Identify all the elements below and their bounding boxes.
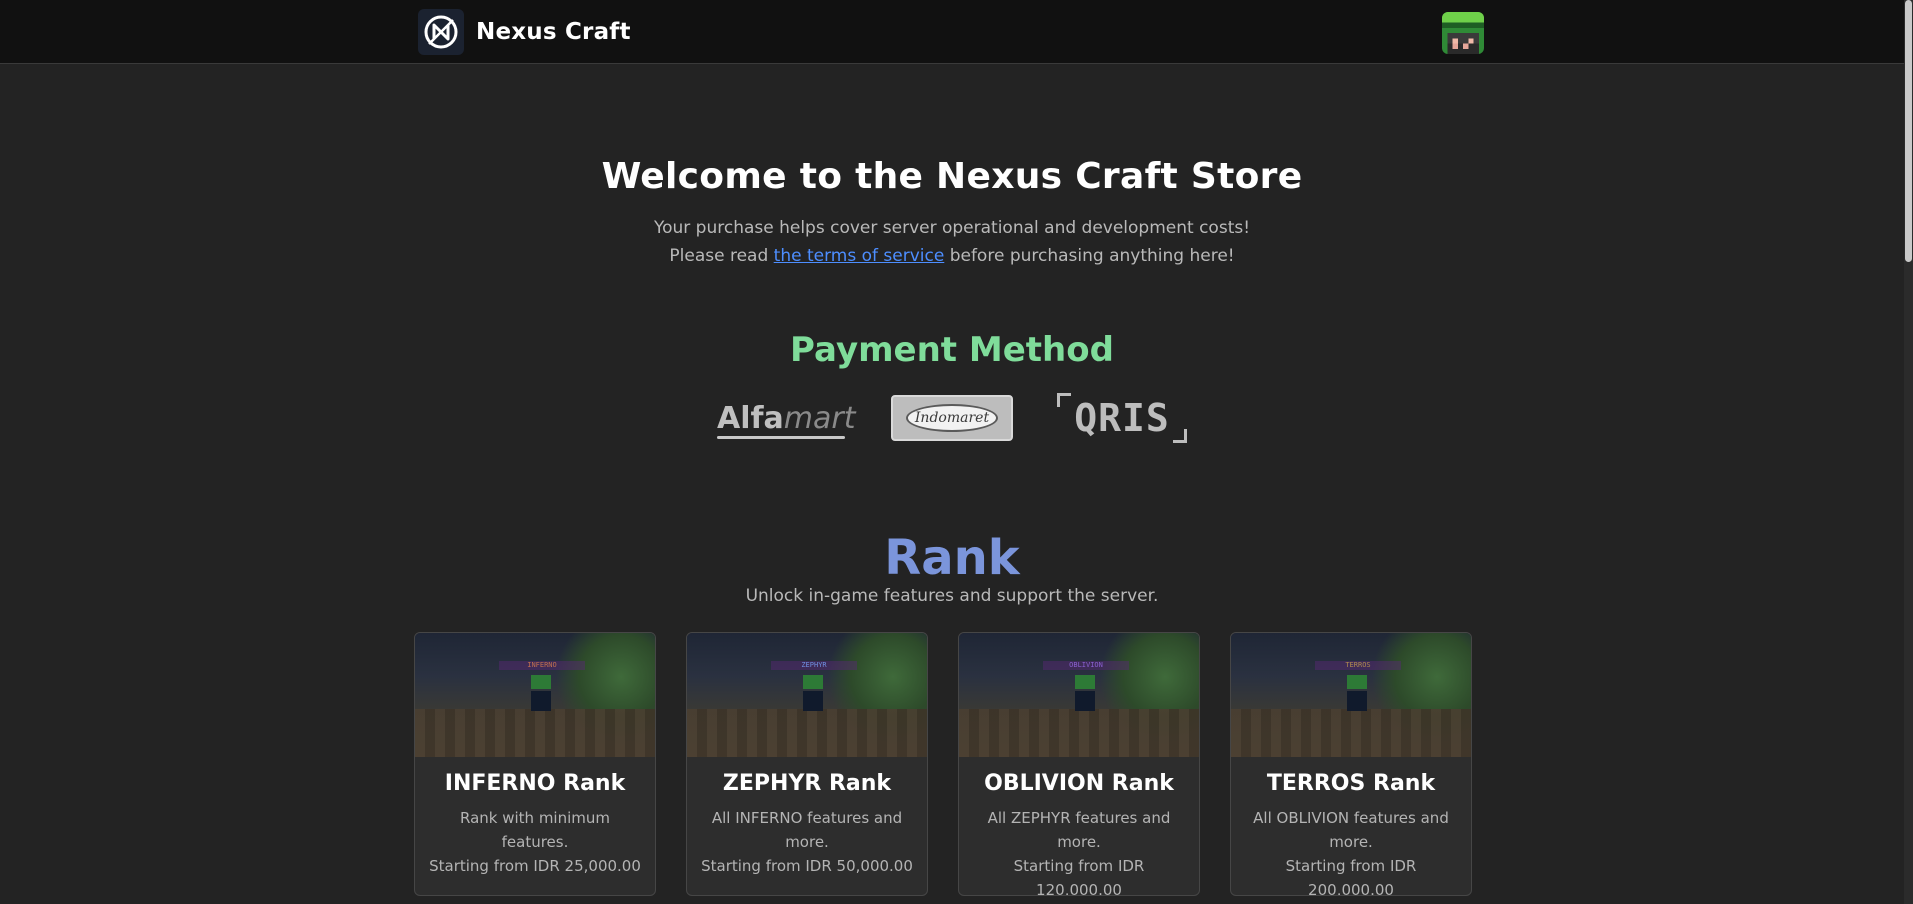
alfamart-logo-sub: mart [783, 400, 856, 436]
page-scrollbar[interactable] [1904, 0, 1913, 904]
rank-card-image: INFERNO [415, 633, 655, 757]
player-avatar-icon[interactable] [1442, 12, 1484, 54]
qris-bracket-bottom-right [1173, 429, 1187, 443]
rank-card-oblivion[interactable]: OBLIVION OBLIVION Rank All ZEPHYR featur… [958, 632, 1200, 896]
rank-card-description: All ZEPHYR features and more. [987, 809, 1171, 851]
rank-card-price: Starting from IDR 120,000.00 [1013, 857, 1145, 896]
card-image-ground [415, 709, 655, 757]
payment-logos: Alfamart Indomaret QRIS [717, 390, 1187, 446]
rank-card-image: OBLIVION [959, 633, 1199, 757]
indomaret-logo: Indomaret [891, 395, 1013, 441]
rank-card-image: ZEPHYR [687, 633, 927, 757]
terms-suffix: before purchasing anything here! [944, 246, 1235, 266]
rank-section-title: Rank [884, 530, 1020, 586]
rank-card-description: All OBLIVION features and more. [1253, 809, 1449, 851]
rank-card-image: TERROS [1231, 633, 1471, 757]
rank-card-inferno[interactable]: INFERNO INFERNO Rank Rank with minimum f… [414, 632, 656, 896]
brand-name: Nexus Craft [476, 19, 631, 45]
player-figure [531, 675, 551, 715]
rank-nametag: OBLIVION [1043, 661, 1129, 670]
rank-card-title: ZEPHYR Rank [722, 771, 892, 796]
player-figure [803, 675, 823, 715]
card-image-ground [687, 709, 927, 757]
alfamart-logo: Alfamart [717, 395, 856, 441]
rank-cards: INFERNO INFERNO Rank Rank with minimum f… [414, 632, 1474, 904]
brand-home-link[interactable]: Nexus Craft [418, 9, 631, 55]
rank-card-description: All INFERNO features and more. [711, 809, 903, 851]
rank-card-price: Starting from IDR 25,000.00 [429, 857, 641, 875]
alfamart-underline [717, 436, 845, 439]
nexus-craft-logo-icon [418, 9, 464, 55]
scrollbar-thumb[interactable] [1905, 0, 1912, 262]
rank-nametag: TERROS [1315, 661, 1401, 670]
rank-card-price: Starting from IDR 200,000.00 [1285, 857, 1417, 896]
indomaret-logo-text: Indomaret [906, 404, 998, 432]
page-title: Welcome to the Nexus Craft Store [601, 156, 1303, 197]
rank-nametag: ZEPHYR [771, 661, 857, 670]
main-content: Welcome to the Nexus Craft Store Your pu… [0, 64, 1904, 904]
player-figure [1075, 675, 1095, 715]
top-navbar: Nexus Craft [0, 0, 1904, 64]
hero-terms-notice: Please read the terms of service before … [0, 246, 1904, 266]
card-image-ground [959, 709, 1199, 757]
rank-card-title: OBLIVION Rank [984, 771, 1174, 796]
payment-method-title: Payment Method [790, 330, 1114, 370]
hero-description: Your purchase helps cover server operati… [653, 218, 1251, 238]
rank-card-title: INFERNO Rank [444, 771, 626, 796]
rank-card-zephyr[interactable]: ZEPHYR ZEPHYR Rank All INFERNO features … [686, 632, 928, 896]
rank-card-title: TERROS Rank [1266, 771, 1436, 796]
qris-logo: QRIS [1057, 393, 1187, 443]
qris-bracket-top-left [1057, 393, 1071, 407]
card-image-ground [1231, 709, 1471, 757]
qris-logo-text: QRIS [1074, 396, 1170, 440]
rank-section-subtitle: Unlock in-game features and support the … [745, 586, 1159, 606]
alfamart-logo-main: Alfa [717, 400, 784, 436]
rank-card-price: Starting from IDR 50,000.00 [701, 857, 913, 875]
rank-card-description: Rank with minimum features. [459, 809, 611, 851]
rank-card-terros[interactable]: TERROS TERROS Rank All OBLIVION features… [1230, 632, 1472, 896]
terms-prefix: Please read [669, 246, 774, 266]
terms-of-service-link[interactable]: the terms of service [774, 246, 945, 266]
rank-nametag: INFERNO [499, 661, 585, 670]
player-figure [1347, 675, 1367, 715]
